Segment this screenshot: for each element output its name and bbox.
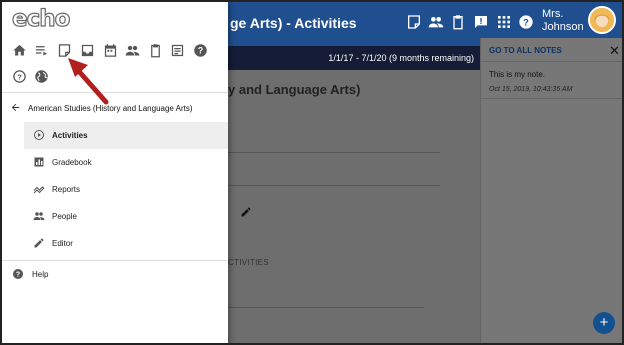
nav-label: Gradebook: [52, 158, 92, 167]
annotation-arrow-icon: [68, 58, 109, 105]
nav-label: Editor: [52, 239, 73, 248]
divider: [228, 152, 440, 153]
divider: [481, 98, 622, 99]
nav-item-reports[interactable]: Reports: [24, 176, 228, 203]
clipboard-icon[interactable]: [148, 43, 163, 58]
nav-label: Activities: [52, 131, 88, 140]
course-heading: y and Language Arts): [228, 82, 361, 97]
go-to-all-notes-link[interactable]: GO TO ALL NOTES: [489, 46, 562, 55]
nav-item-editor[interactable]: Editor: [24, 230, 228, 257]
page-title: ge Arts) - Activities: [230, 15, 357, 31]
divider: [228, 185, 440, 186]
people-icon: [33, 212, 45, 220]
avatar[interactable]: [588, 6, 616, 34]
list-icon[interactable]: [170, 43, 185, 58]
arrow-back-icon: [11, 103, 20, 112]
note-icon[interactable]: [406, 14, 422, 30]
trend-icon: [33, 186, 45, 194]
help-icon[interactable]: ?: [193, 43, 208, 58]
user-name[interactable]: Mrs. Johnson: [542, 8, 584, 34]
pencil-icon: [34, 238, 44, 248]
app-frame: ge Arts) - Activities ? Mrs. Johnson 1/1…: [0, 0, 624, 345]
apps-grid-icon[interactable]: [496, 14, 512, 30]
date-range-strip: 1/1/17 - 7/1/20 (9 months remaining): [228, 46, 480, 70]
svg-text:?: ?: [16, 272, 20, 279]
main-content: y and Language Arts) CTIVITIES: [228, 70, 480, 343]
divider: [228, 307, 424, 308]
nav-item-activities[interactable]: Activities: [24, 122, 228, 149]
help-icon: ?: [13, 269, 23, 279]
notes-panel: GO TO ALL NOTES ✕ This is my note. Oct 1…: [480, 38, 622, 343]
divider: [2, 260, 228, 261]
svg-text:?: ?: [17, 72, 22, 81]
home-icon[interactable]: [12, 43, 27, 58]
nav-label: People: [52, 212, 77, 221]
echo-logo: echo: [11, 5, 71, 32]
help-icon[interactable]: ?: [518, 14, 534, 30]
question-circle-icon[interactable]: ?: [12, 69, 27, 84]
people-icon[interactable]: [125, 43, 140, 58]
feedback-icon[interactable]: [473, 14, 489, 30]
nav-item-gradebook[interactable]: Gradebook: [24, 149, 228, 176]
nav-label: Reports: [52, 185, 81, 194]
bar-chart-icon: [34, 157, 44, 167]
globe-icon[interactable]: [34, 69, 49, 84]
people-icon[interactable]: [428, 14, 444, 30]
edit-pencil-icon[interactable]: [240, 206, 252, 218]
note-timestamp: Oct 15, 2019, 10:43:35 AM: [489, 86, 573, 93]
play-circle-icon: [34, 130, 44, 140]
add-note-button[interactable]: +: [593, 312, 615, 334]
avatar-face-icon: [590, 8, 614, 32]
svg-text:?: ?: [198, 46, 203, 56]
note-text[interactable]: This is my note.: [489, 70, 545, 79]
nav-item-people[interactable]: People: [24, 203, 228, 230]
clipboard-icon[interactable]: [450, 14, 466, 30]
help-link[interactable]: ? Help: [12, 268, 48, 282]
tab-activities[interactable]: CTIVITIES: [228, 258, 269, 267]
help-label: Help: [32, 270, 49, 279]
close-icon[interactable]: ✕: [609, 43, 620, 59]
svg-text:?: ?: [523, 17, 529, 27]
playlist-icon[interactable]: [34, 43, 49, 58]
divider: [481, 61, 622, 62]
